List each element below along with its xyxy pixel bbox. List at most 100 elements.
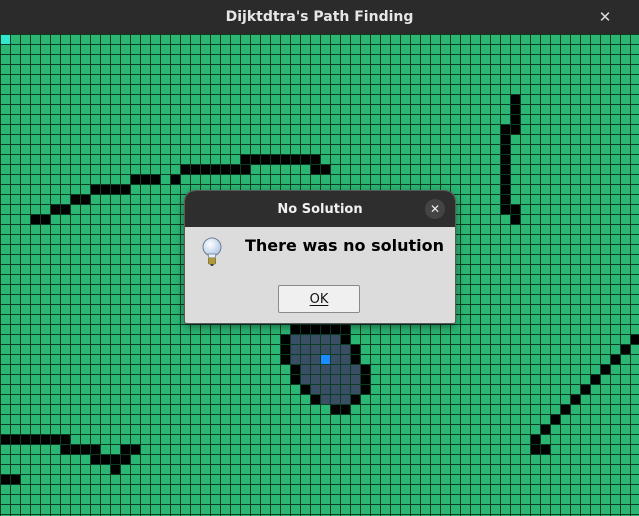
wall-cell[interactable]	[330, 324, 340, 334]
visited-cell[interactable]	[320, 394, 330, 404]
wall-cell[interactable]	[0, 434, 10, 444]
wall-cell[interactable]	[510, 214, 520, 224]
wall-cell[interactable]	[90, 184, 100, 194]
visited-cell[interactable]	[310, 344, 320, 354]
wall-cell[interactable]	[340, 334, 350, 344]
wall-cell[interactable]	[500, 174, 510, 184]
visited-cell[interactable]	[340, 354, 350, 364]
visited-cell[interactable]	[350, 384, 360, 394]
visited-cell[interactable]	[310, 364, 320, 374]
wall-cell[interactable]	[60, 434, 70, 444]
wall-cell[interactable]	[330, 404, 340, 414]
wall-cell[interactable]	[110, 454, 120, 464]
wall-cell[interactable]	[510, 104, 520, 114]
visited-cell[interactable]	[330, 334, 340, 344]
wall-cell[interactable]	[280, 354, 290, 364]
wall-cell[interactable]	[70, 444, 80, 454]
wall-cell[interactable]	[80, 194, 90, 204]
visited-cell[interactable]	[300, 344, 310, 354]
visited-cell[interactable]	[320, 364, 330, 374]
wall-cell[interactable]	[60, 444, 70, 454]
wall-cell[interactable]	[500, 124, 510, 134]
visited-cell[interactable]	[330, 354, 340, 364]
visited-cell[interactable]	[330, 384, 340, 394]
wall-cell[interactable]	[500, 154, 510, 164]
wall-cell[interactable]	[130, 174, 140, 184]
wall-cell[interactable]	[350, 354, 360, 364]
wall-cell[interactable]	[350, 344, 360, 354]
wall-cell[interactable]	[140, 174, 150, 184]
wall-cell[interactable]	[360, 384, 370, 394]
wall-cell[interactable]	[360, 374, 370, 384]
wall-cell[interactable]	[120, 444, 130, 454]
wall-cell[interactable]	[540, 444, 550, 454]
wall-cell[interactable]	[620, 344, 630, 354]
wall-cell[interactable]	[610, 354, 620, 364]
wall-cell[interactable]	[530, 434, 540, 444]
wall-cell[interactable]	[20, 434, 30, 444]
wall-cell[interactable]	[70, 194, 80, 204]
visited-cell[interactable]	[350, 374, 360, 384]
wall-cell[interactable]	[190, 164, 200, 174]
wall-cell[interactable]	[80, 444, 90, 454]
wall-cell[interactable]	[50, 434, 60, 444]
wall-cell[interactable]	[120, 454, 130, 464]
wall-cell[interactable]	[580, 384, 590, 394]
ok-button[interactable]: OK	[278, 285, 360, 313]
wall-cell[interactable]	[150, 174, 160, 184]
visited-cell[interactable]	[320, 344, 330, 354]
wall-cell[interactable]	[90, 444, 100, 454]
wall-cell[interactable]	[510, 204, 520, 214]
wall-cell[interactable]	[300, 384, 310, 394]
wall-cell[interactable]	[280, 154, 290, 164]
wall-cell[interactable]	[500, 184, 510, 194]
wall-cell[interactable]	[540, 424, 550, 434]
wall-cell[interactable]	[590, 374, 600, 384]
wall-cell[interactable]	[310, 324, 320, 334]
wall-cell[interactable]	[550, 414, 560, 424]
wall-cell[interactable]	[10, 474, 20, 484]
visited-cell[interactable]	[340, 394, 350, 404]
wall-cell[interactable]	[320, 164, 330, 174]
wall-cell[interactable]	[500, 194, 510, 204]
wall-cell[interactable]	[240, 154, 250, 164]
visited-cell[interactable]	[340, 344, 350, 354]
visited-cell[interactable]	[330, 344, 340, 354]
wall-cell[interactable]	[60, 204, 70, 214]
wall-cell[interactable]	[360, 364, 370, 374]
visited-cell[interactable]	[300, 364, 310, 374]
visited-cell[interactable]	[310, 384, 320, 394]
wall-cell[interactable]	[630, 334, 639, 344]
wall-cell[interactable]	[100, 454, 110, 464]
visited-cell[interactable]	[330, 374, 340, 384]
wall-cell[interactable]	[0, 474, 10, 484]
wall-cell[interactable]	[600, 364, 610, 374]
wall-cell[interactable]	[340, 404, 350, 414]
wall-cell[interactable]	[280, 334, 290, 344]
wall-cell[interactable]	[200, 164, 210, 174]
wall-cell[interactable]	[530, 444, 540, 454]
wall-cell[interactable]	[560, 404, 570, 414]
wall-cell[interactable]	[110, 184, 120, 194]
wall-cell[interactable]	[50, 204, 60, 214]
wall-cell[interactable]	[110, 464, 120, 474]
wall-cell[interactable]	[290, 154, 300, 164]
wall-cell[interactable]	[290, 364, 300, 374]
window-close-icon[interactable]: ✕	[597, 9, 613, 25]
wall-cell[interactable]	[230, 164, 240, 174]
visited-cell[interactable]	[290, 344, 300, 354]
wall-cell[interactable]	[310, 394, 320, 404]
visited-cell[interactable]	[330, 364, 340, 374]
wall-cell[interactable]	[260, 154, 270, 164]
visited-cell[interactable]	[310, 374, 320, 384]
wall-cell[interactable]	[340, 324, 350, 334]
visited-cell[interactable]	[350, 364, 360, 374]
visited-cell[interactable]	[340, 374, 350, 384]
end-cell[interactable]	[0, 34, 10, 44]
visited-cell[interactable]	[290, 354, 300, 364]
wall-cell[interactable]	[500, 144, 510, 154]
wall-cell[interactable]	[220, 164, 230, 174]
wall-cell[interactable]	[240, 164, 250, 174]
wall-cell[interactable]	[250, 154, 260, 164]
visited-cell[interactable]	[340, 384, 350, 394]
